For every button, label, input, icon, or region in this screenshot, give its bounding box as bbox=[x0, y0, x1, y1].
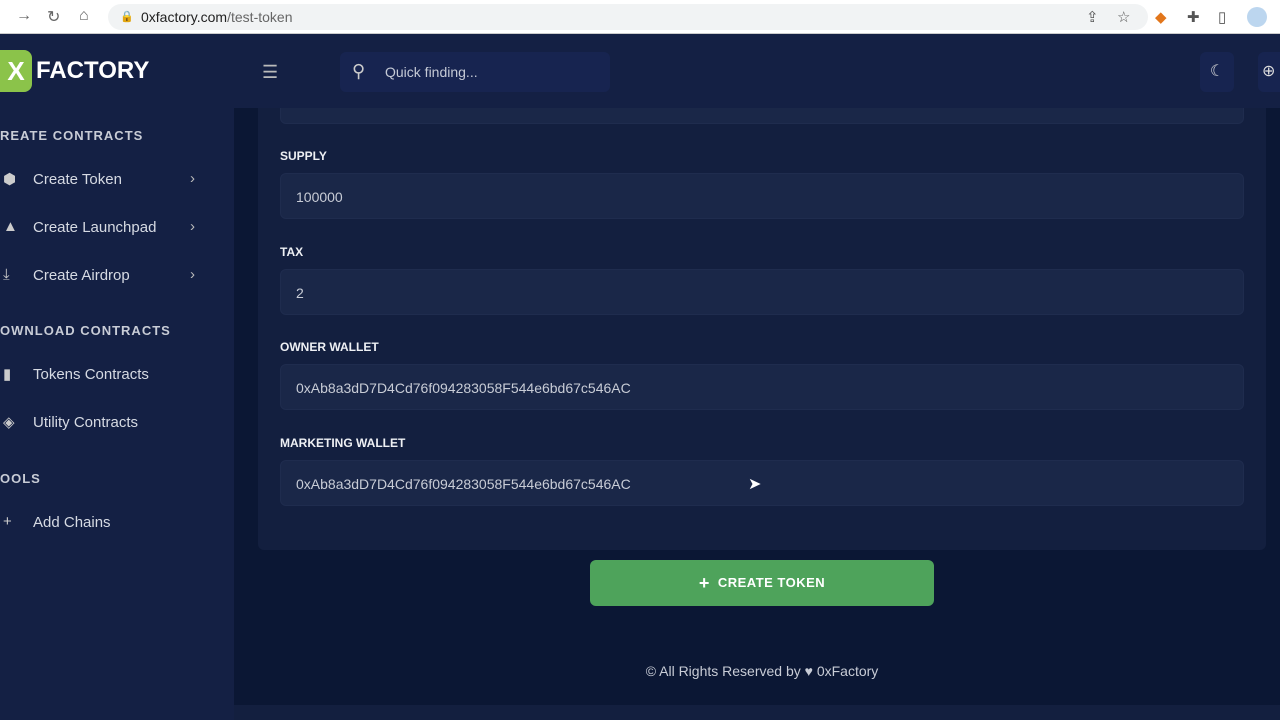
heart-icon: ♥ bbox=[804, 663, 813, 679]
sidebar-item-utility-contracts[interactable]: ◈ Utility Contracts bbox=[0, 408, 220, 438]
sidebar-item-tokens-contracts[interactable]: ▮ Tokens Contracts bbox=[0, 360, 220, 390]
plus-icon: + bbox=[698, 572, 710, 593]
item-label: Create Airdrop bbox=[33, 267, 130, 284]
item-label: Tokens Contracts bbox=[33, 366, 149, 383]
sidebar-item-add-chains[interactable]: + Add Chains bbox=[0, 508, 220, 538]
sidebar-item-create-token[interactable]: ⬢ Create Token › bbox=[0, 165, 220, 195]
header-background bbox=[0, 34, 1280, 108]
supply-label: SUPPLY bbox=[280, 149, 327, 163]
chevron-right-icon: › bbox=[190, 266, 195, 283]
rocket-icon: ▲ bbox=[3, 218, 18, 235]
sidepanel-icon[interactable]: ▯ bbox=[1218, 8, 1226, 26]
share-icon[interactable]: ⇪ bbox=[1086, 8, 1099, 26]
item-label: Add Chains bbox=[33, 514, 111, 531]
chevron-right-icon: › bbox=[190, 170, 195, 187]
sidebar-item-create-airdrop[interactable]: ⤓ Create Airdrop › bbox=[0, 261, 220, 291]
layers-icon: ◈ bbox=[3, 414, 15, 431]
marketing-wallet-input[interactable]: 0xAb8a3dD7D4Cd76f094283058F544e6bd67c546… bbox=[280, 460, 1244, 506]
item-label: Create Launchpad bbox=[33, 219, 157, 236]
home-icon[interactable]: ⌂ bbox=[79, 7, 89, 25]
section-tools: OOLS bbox=[0, 471, 41, 486]
forward-icon[interactable]: → bbox=[16, 7, 32, 25]
book-icon: ▮ bbox=[3, 366, 12, 383]
tax-label: TAX bbox=[280, 245, 304, 259]
globe-icon[interactable]: ⊕ bbox=[1258, 52, 1280, 92]
reload-icon[interactable]: ↻ bbox=[47, 7, 60, 27]
browser-toolbar: → ↻ ⌂ 🔒 0xfactory.com/test-token ⇪ ☆ ◆ ✚… bbox=[0, 0, 1280, 34]
search-placeholder: Quick finding... bbox=[385, 64, 478, 80]
extensions-icon[interactable]: ✚ bbox=[1187, 8, 1200, 26]
owner-wallet-input[interactable]: 0xAb8a3dD7D4Cd76f094283058F544e6bd67c546… bbox=[280, 364, 1244, 410]
search-icon: ⚲ bbox=[352, 61, 366, 81]
profile-avatar[interactable] bbox=[1247, 7, 1267, 27]
supply-input[interactable]: 100000 bbox=[280, 173, 1244, 219]
star-icon[interactable]: ☆ bbox=[1117, 8, 1130, 26]
item-label: Create Token bbox=[33, 171, 122, 188]
cube-icon: ⬢ bbox=[3, 171, 17, 188]
metamask-icon[interactable]: ◆ bbox=[1155, 8, 1167, 26]
plus-icon: + bbox=[3, 513, 12, 530]
footer-brand: 0xFactory bbox=[816, 663, 879, 679]
marketing-wallet-label: MARKETING WALLET bbox=[280, 436, 406, 450]
menu-toggle-icon[interactable]: ☰ bbox=[262, 62, 278, 83]
search-box[interactable]: ⚲ Quick finding... bbox=[340, 52, 610, 92]
create-token-label: CREATE TOKEN bbox=[717, 574, 826, 590]
logo-text-overlay[interactable]: FACTORY bbox=[36, 57, 149, 85]
footer: © All Rights Reserved by ♥ 0xFactory bbox=[0, 663, 1280, 679]
lock-icon: 🔒 bbox=[120, 11, 134, 23]
footer-text: © All Rights Reserved by bbox=[645, 663, 801, 679]
url-path: /test-token bbox=[227, 9, 293, 25]
tax-input[interactable]: 2 bbox=[280, 269, 1244, 315]
logo-mark-overlay[interactable]: X bbox=[0, 50, 32, 92]
section-download-contracts: OWNLOAD CONTRACTS bbox=[0, 323, 171, 338]
sidebar: REATE CONTRACTS ⬢ Create Token › ▲ Create L… bbox=[0, 108, 234, 720]
owner-wallet-label: OWNER WALLET bbox=[280, 340, 379, 354]
section-create-contracts: REATE CONTRACTS bbox=[0, 128, 144, 143]
download-icon: ⤓ bbox=[3, 266, 10, 283]
bottom-strip bbox=[234, 705, 1280, 720]
chevron-right-icon: › bbox=[190, 218, 195, 235]
create-token-button[interactable]: + CREATE TOKEN bbox=[590, 560, 934, 606]
url-text[interactable]: 0xfactory.com/test-token bbox=[141, 9, 292, 25]
moon-icon[interactable]: ☾ bbox=[1200, 52, 1234, 92]
url-domain: 0xfactory.com bbox=[141, 9, 228, 25]
sidebar-item-create-launchpad[interactable]: ▲ Create Launchpad › bbox=[0, 213, 220, 243]
mouse-cursor-icon: ➤ bbox=[748, 476, 762, 493]
item-label: Utility Contracts bbox=[33, 414, 139, 431]
